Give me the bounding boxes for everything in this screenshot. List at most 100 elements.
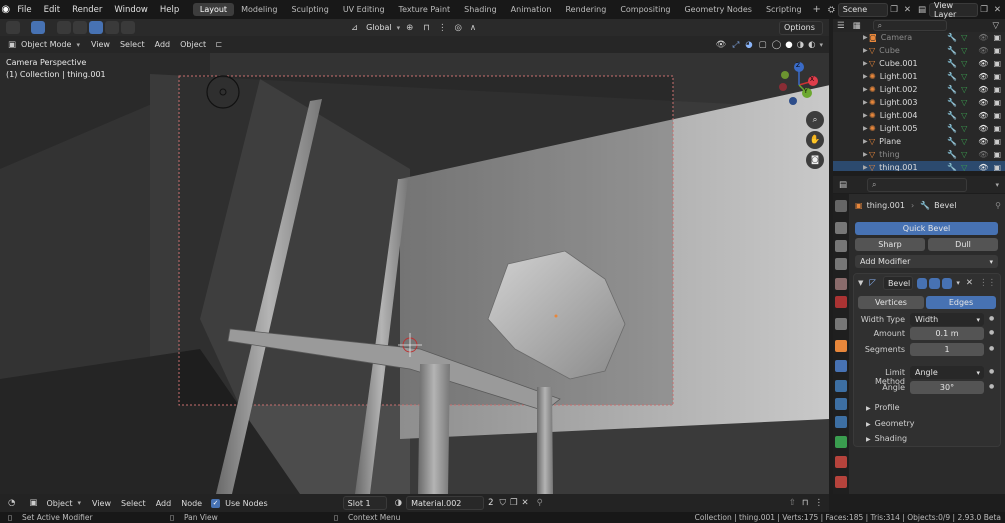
outliner-item-name[interactable]: Light.004 [880,111,918,120]
material-browse-icon[interactable]: ◑ [387,498,406,508]
properties-editor-icon[interactable]: ▤ [833,180,853,190]
overlays-icon[interactable]: ◕ [742,40,755,50]
view-layer-tab-icon[interactable] [835,258,847,270]
pin-icon[interactable]: ⚲ [995,201,1001,210]
outliner-row[interactable]: ▶ ◙ Camera 🔧 ▽ 👁 ▣ [833,31,1005,44]
menu-view[interactable]: View [86,40,115,49]
expand-arrow-icon[interactable]: ▶ [833,138,868,145]
editor-type-icon[interactable] [6,21,20,34]
expand-arrow-icon[interactable]: ▶ [833,164,868,171]
material-tab-icon[interactable] [835,456,847,468]
tab-animation[interactable]: Animation [504,3,559,16]
keyframe-dot-icon[interactable]: ● [989,315,994,322]
tab-layout[interactable]: Layout [192,3,235,16]
object-tab-icon[interactable] [835,340,847,352]
menu-edit[interactable]: Edit [38,5,66,15]
outliner-item-name[interactable]: Camera [881,33,912,42]
render-camera-icon[interactable]: ▣ [991,150,1005,159]
render-camera-icon[interactable]: ▣ [991,124,1005,133]
pan-hand-icon[interactable]: ✋ [806,131,824,149]
new-scene-icon[interactable]: ❐ [888,5,900,15]
tab-uv-editing[interactable]: UV Editing [336,3,392,16]
tab-texture-paint[interactable]: Texture Paint [392,3,458,16]
properties-search-input[interactable]: ⌕ [867,177,968,192]
render-camera-icon[interactable]: ▣ [991,59,1005,68]
menu-object[interactable]: Object [175,40,211,49]
add-modifier-dropdown[interactable]: Add Modifier ▾ [855,255,998,268]
scene-tab-icon[interactable] [835,278,847,290]
edit-mode-toggle-icon[interactable] [916,277,928,289]
dull-button[interactable]: Dull [928,238,998,251]
expand-arrow-icon[interactable]: ▶ [833,112,868,119]
menu-window[interactable]: Window [108,5,154,15]
expand-arrow-icon[interactable]: ▶ [833,151,868,158]
xray-icon[interactable]: ▢ [756,40,770,50]
modifier-tab-icon[interactable] [835,360,847,372]
modifier-menu-icon[interactable]: ▾ [953,279,963,287]
select-mode-intersect-icon[interactable] [121,21,135,34]
outliner-row[interactable]: ▶ ▽ thing.001 🔧 ▽ 👁 ▣ [833,161,1005,171]
proportional-edit-icon[interactable]: ◎ [450,23,465,33]
blender-logo-icon[interactable]: ◉ [0,4,11,15]
affect-edges-button[interactable]: Edges [926,296,996,309]
zoom-icon[interactable]: ⌕ [806,111,824,129]
constraints-tab-icon[interactable] [835,416,847,428]
falloff-icon[interactable]: ∧ [466,23,480,33]
render-toggle-icon[interactable] [941,277,953,289]
slot-dropdown[interactable]: Slot 1 [342,496,387,510]
outliner-row[interactable]: ▶ ✺ Light.001 🔧 ▽ 👁 ▣ [833,70,1005,83]
node-menu-select[interactable]: Select [116,499,151,508]
new-view-layer-icon[interactable]: ❐ [978,5,990,15]
eye-icon[interactable]: 👁 [975,150,991,159]
duplicate-material-icon[interactable]: ❐ [508,498,520,508]
shading-subpanel[interactable]: ▶ Shading [866,434,907,443]
expand-arrow-icon[interactable]: ▶ [833,34,868,41]
expand-arrow-icon[interactable]: ▶ [833,73,868,80]
render-camera-icon[interactable]: ▣ [991,72,1005,81]
outliner-search-input[interactable]: ⌕ [872,20,947,31]
tab-sculpting[interactable]: Sculpting [284,3,335,16]
eye-icon[interactable]: 👁 [975,33,991,42]
node-menu-view[interactable]: View [87,499,116,508]
expand-arrow-icon[interactable]: ▶ [833,86,868,93]
view-layer-icon[interactable]: ▤ [915,5,929,15]
delete-scene-icon[interactable]: ✕ [900,5,915,15]
viewport-scene[interactable] [0,19,829,494]
menu-help[interactable]: Help [154,5,185,15]
world-tab-icon[interactable] [835,296,847,308]
outliner-row[interactable]: ▶ ✺ Light.003 🔧 ▽ 👁 ▣ [833,96,1005,109]
render-camera-icon[interactable]: ▣ [991,85,1005,94]
geometry-subpanel[interactable]: ▶ Geometry [866,419,915,428]
particles-tab-icon[interactable] [835,380,847,392]
render-camera-icon[interactable]: ▣ [991,137,1005,146]
quick-bevel-button[interactable]: Quick Bevel [855,222,998,235]
output-tab-icon[interactable] [835,240,847,252]
outliner-item-name[interactable]: Light.003 [880,98,918,107]
add-workspace-icon[interactable]: + [809,4,825,15]
expand-arrow-icon[interactable]: ▶ [833,125,868,132]
outliner-item-name[interactable]: Cube [879,46,900,55]
outliner-row[interactable]: ▶ ✺ Light.004 🔧 ▽ 👁 ▣ [833,109,1005,122]
collection-tab-icon[interactable] [835,318,847,330]
camera-view-icon[interactable]: ◙ [806,151,824,169]
limit-method-dropdown[interactable]: Angle ▾ [910,366,984,379]
viewport-gizmos-icon[interactable]: ⤢ [729,40,742,50]
tool-tab-icon[interactable] [835,200,847,212]
render-camera-icon[interactable]: ▣ [991,163,1005,171]
fake-user-icon[interactable]: ⛉ [497,498,507,508]
eye-icon[interactable]: 👁 [975,46,991,55]
tab-compositing[interactable]: Compositing [613,3,677,16]
shader-type-dropdown[interactable]: Object [41,499,77,508]
snap-element-icon[interactable]: ⋮ [812,498,830,508]
outliner-item-name[interactable]: thing [879,150,900,159]
outliner-item-name[interactable]: Light.001 [880,72,918,81]
outliner-row[interactable]: ▶ ▽ Plane 🔧 ▽ 👁 ▣ [833,135,1005,148]
render-camera-icon[interactable]: ▣ [991,98,1005,107]
display-mode-icon[interactable]: ▦ [849,21,865,31]
texture-tab-icon[interactable] [835,476,847,488]
shading-options-icon[interactable]: ▾ [817,41,829,49]
menu-file[interactable]: File [11,5,37,15]
sharp-button[interactable]: Sharp [855,238,925,251]
rendered-shading-icon[interactable]: ◐ [806,40,817,50]
expand-arrow-icon[interactable]: ▶ [833,60,868,67]
